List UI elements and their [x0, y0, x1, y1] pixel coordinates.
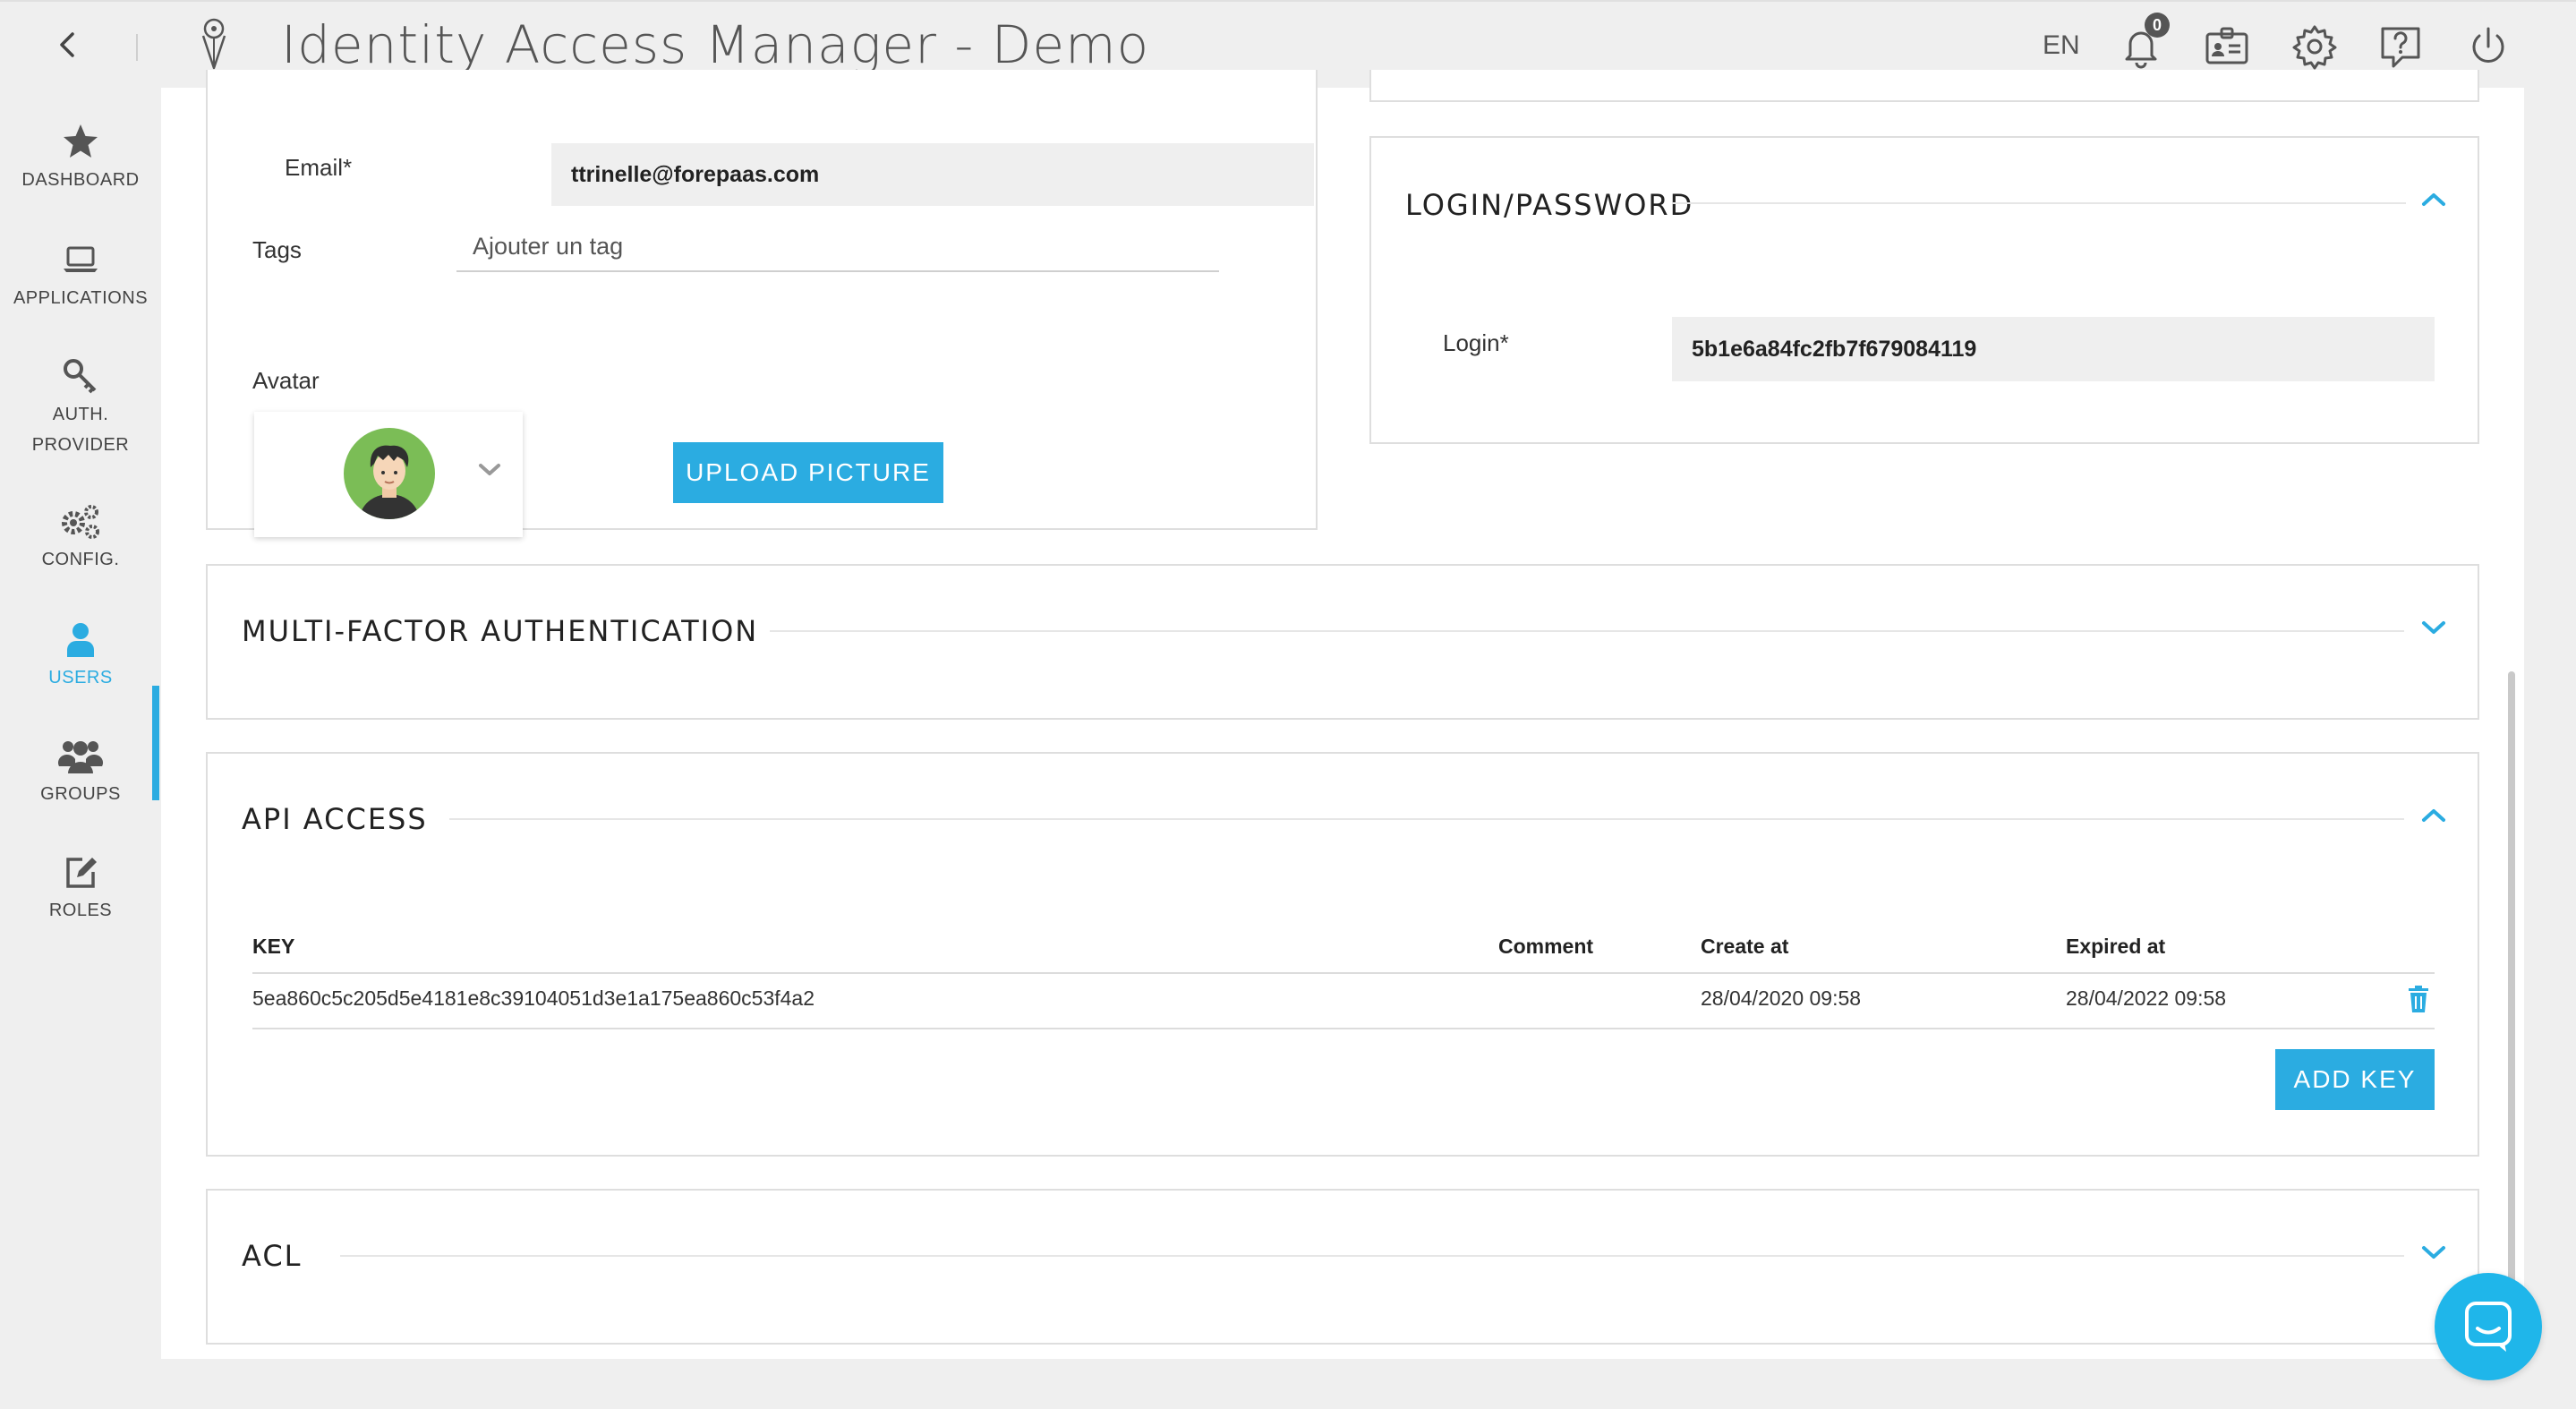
- section-divider: [340, 1255, 2404, 1257]
- profile-card: Email* ttrinelle@forepaas.com Tags Avata…: [206, 70, 1318, 537]
- info-card-edge: [1369, 70, 2479, 102]
- column-header-created: Create at: [1701, 935, 1789, 958]
- id-card-icon[interactable]: [2202, 21, 2252, 72]
- table-header-divider: [252, 972, 2435, 974]
- table-row-divider: [252, 1028, 2435, 1029]
- sidebar-item-roles[interactable]: ROLES: [0, 852, 161, 926]
- sidebar-item-applications[interactable]: APPLICATIONS: [0, 240, 161, 313]
- user-icon: [67, 623, 94, 657]
- group-icon: [57, 741, 104, 773]
- chevron-up-icon[interactable]: [2420, 190, 2447, 208]
- avatar-label: Avatar: [252, 367, 320, 394]
- sidebar-item-label: USERS: [48, 668, 113, 687]
- column-header-key: KEY: [252, 935, 295, 958]
- chevron-down-icon[interactable]: [2420, 1244, 2447, 1262]
- section-divider: [449, 818, 2404, 820]
- language-selector[interactable]: EN: [2043, 30, 2080, 61]
- sidebar-item-label-line2: PROVIDER: [31, 435, 130, 455]
- back-arrow-icon[interactable]: [52, 29, 84, 61]
- sidebar: DASHBOARD APPLICATIONS AUTH. PROVIDER CO…: [0, 88, 161, 1409]
- login-label: Login*: [1443, 329, 1509, 356]
- main-content: Email* ttrinelle@forepaas.com Tags Avata…: [161, 70, 2524, 1359]
- api-access-card: API ACCESS KEY Comment Create at Expired…: [206, 752, 2479, 1157]
- column-header-comment: Comment: [1498, 935, 1594, 958]
- column-header-expires: Expired at: [2066, 935, 2166, 958]
- tags-label: Tags: [252, 236, 302, 263]
- section-title-api: API ACCESS: [242, 802, 428, 836]
- sidebar-item-dashboard[interactable]: DASHBOARD: [0, 122, 161, 195]
- sidebar-item-label: DASHBOARD: [21, 170, 140, 190]
- chevron-down-icon: [479, 464, 500, 475]
- divider: [136, 34, 138, 61]
- sidebar-item-label: CONFIG.: [41, 550, 120, 569]
- gear-icon[interactable]: [2290, 21, 2340, 72]
- trash-icon[interactable]: [2406, 985, 2431, 1013]
- active-indicator: [152, 686, 159, 800]
- sidebar-item-label: APPLICATIONS: [13, 288, 149, 308]
- login-field[interactable]: 5b1e6a84fc2fb7f679084119: [1672, 317, 2435, 381]
- sidebar-item-groups[interactable]: GROUPS: [0, 736, 161, 809]
- app-title: Identity Access Manager - Demo: [281, 14, 1150, 75]
- tags-input[interactable]: [456, 222, 1219, 272]
- logo-icon: [201, 18, 226, 70]
- star-icon: [64, 124, 98, 158]
- notification-badge: 0: [2145, 13, 2170, 38]
- scrollbar[interactable]: [2508, 671, 2515, 1334]
- acl-card: ACL: [206, 1189, 2479, 1345]
- gears-icon: [62, 505, 99, 539]
- email-field[interactable]: ttrinelle@forepaas.com: [551, 143, 1314, 206]
- upload-picture-button[interactable]: UPLOAD PICTURE: [673, 442, 943, 503]
- mfa-card: MULTI-FACTOR AUTHENTICATION: [206, 564, 2479, 720]
- chevron-down-icon[interactable]: [2420, 619, 2447, 637]
- api-key-created: 28/04/2020 09:58: [1701, 986, 1862, 1010]
- power-icon[interactable]: [2463, 21, 2513, 72]
- api-key-expires: 28/04/2022 09:58: [2066, 986, 2227, 1010]
- sidebar-item-auth-provider[interactable]: AUTH. PROVIDER: [0, 356, 161, 460]
- section-title-mfa: MULTI-FACTOR AUTHENTICATION: [242, 614, 759, 648]
- sidebar-item-label: GROUPS: [40, 784, 121, 804]
- api-key-value: 5ea860c5c205d5e4181e8c39104051d3e1a175ea…: [252, 986, 815, 1010]
- section-title-login: LOGIN/PASSWORD: [1405, 188, 1694, 222]
- avatar: [344, 428, 435, 519]
- sidebar-item-config[interactable]: CONFIG.: [0, 501, 161, 575]
- section-title-acl: ACL: [242, 1239, 303, 1273]
- section-divider: [770, 630, 2404, 632]
- laptop-icon: [64, 246, 98, 272]
- login-password-card: LOGIN/PASSWORD Login* 5b1e6a84fc2fb7f679…: [1369, 136, 2479, 444]
- chat-icon: [2465, 1302, 2512, 1352]
- section-divider: [1672, 202, 2406, 204]
- avatar-selector[interactable]: [254, 412, 523, 537]
- chevron-up-icon[interactable]: [2420, 806, 2447, 824]
- sidebar-item-users[interactable]: USERS: [0, 619, 161, 693]
- help-icon[interactable]: [2376, 21, 2426, 72]
- sidebar-item-label: ROLES: [48, 901, 113, 920]
- edit-icon: [66, 858, 97, 888]
- email-label: Email*: [285, 154, 353, 181]
- chat-launcher-button[interactable]: [2435, 1273, 2542, 1380]
- key-icon: [64, 359, 97, 394]
- sidebar-item-label-line1: AUTH.: [52, 405, 109, 424]
- add-key-button[interactable]: ADD KEY: [2275, 1049, 2435, 1110]
